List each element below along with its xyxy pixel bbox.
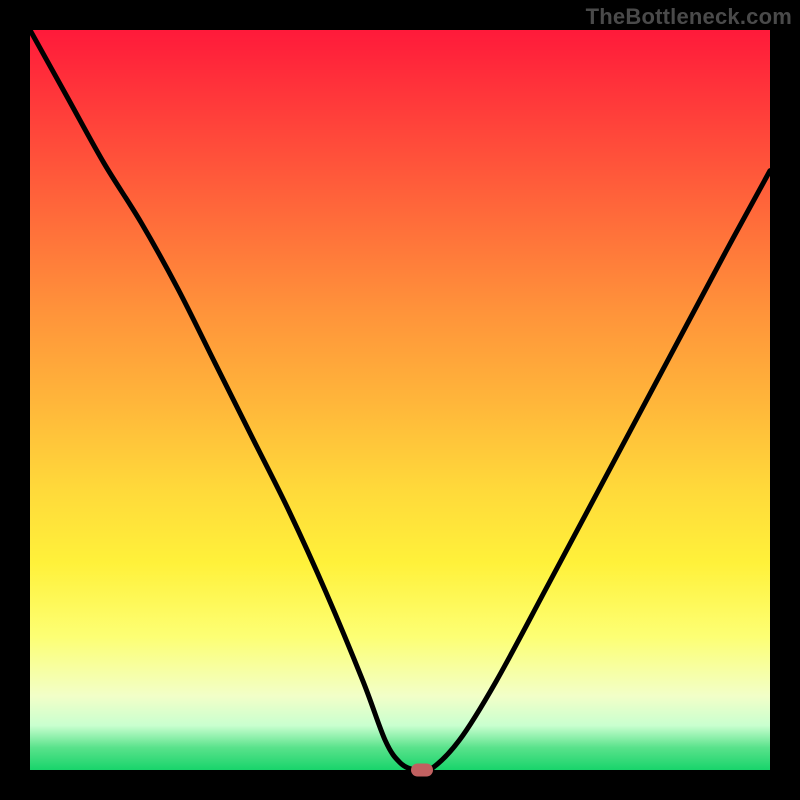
chart-frame: TheBottleneck.com — [0, 0, 800, 800]
plot-area — [30, 30, 770, 770]
watermark-text: TheBottleneck.com — [586, 4, 792, 30]
bottleneck-marker — [411, 764, 433, 777]
bottleneck-curve — [30, 30, 770, 770]
